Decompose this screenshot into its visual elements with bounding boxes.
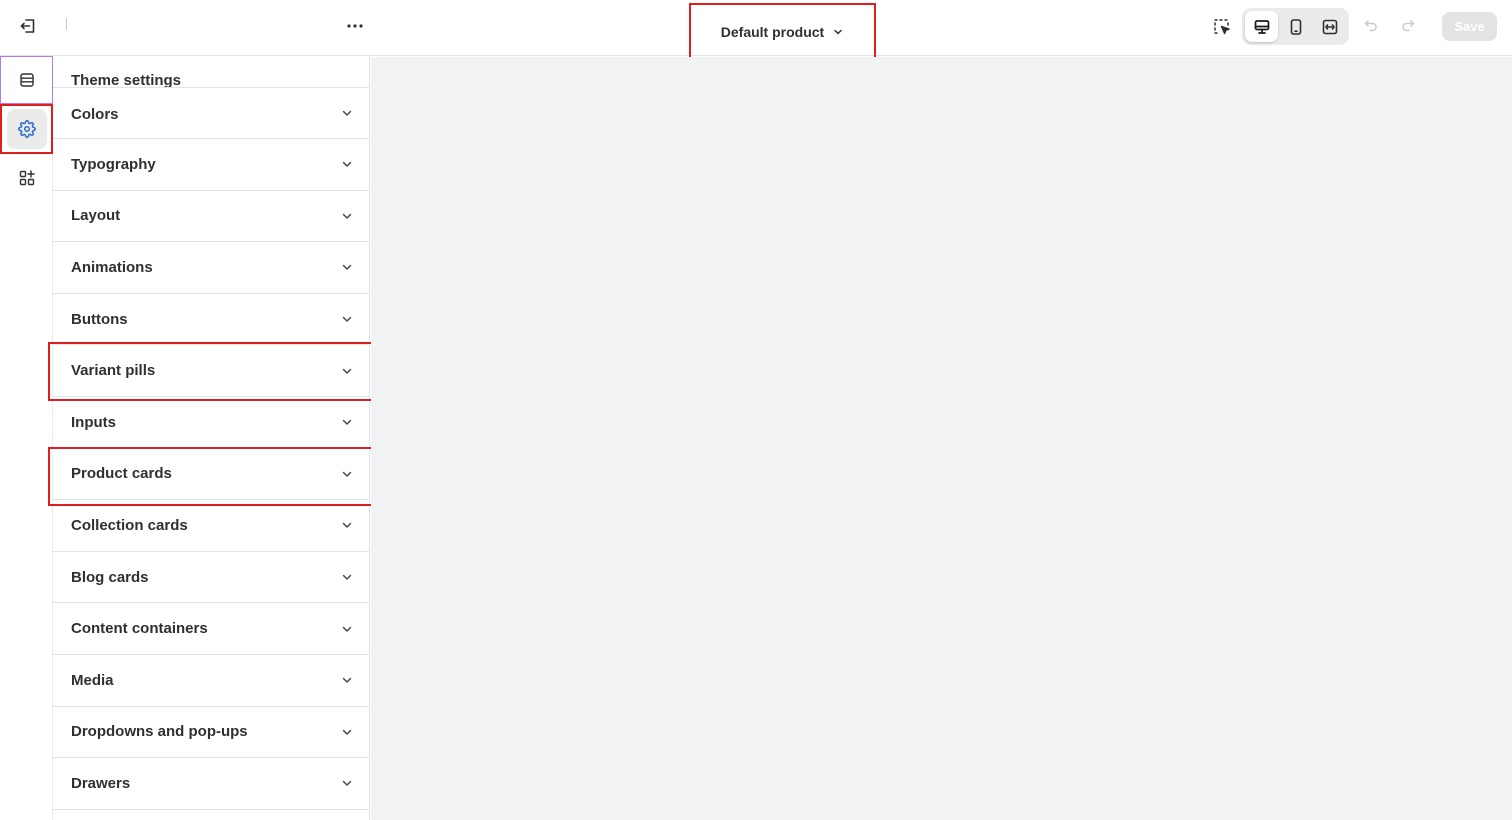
redo-icon (1402, 20, 1415, 32)
setting-row-inputs[interactable]: Inputs (53, 397, 369, 449)
chevron-down-icon (340, 622, 354, 636)
theme-settings-panel: Theme settings Colors Typography Layout … (53, 56, 370, 820)
chevron-down-icon (340, 209, 354, 223)
setting-row-colors[interactable]: Colors (53, 87, 369, 139)
rail-apps-button[interactable] (3, 154, 50, 201)
viewport-mobile-button[interactable] (1279, 11, 1312, 42)
save-button[interactable]: Save (1442, 12, 1497, 41)
chevron-down-icon (340, 776, 354, 790)
apps-icon (19, 169, 35, 185)
fullscreen-icon (1322, 19, 1337, 34)
sections-icon (19, 73, 34, 87)
rail-sections-button[interactable] (0, 56, 53, 104)
template-selector-label: Default product (720, 24, 825, 40)
chevron-down-icon (340, 673, 354, 687)
redo-button[interactable] (1395, 13, 1421, 39)
rail-theme-settings-active-bg (6, 109, 47, 149)
setting-label: Layout (71, 207, 121, 225)
icon-rail (0, 56, 53, 820)
more-actions-button[interactable] (340, 12, 370, 40)
viewport-switcher (1242, 8, 1349, 45)
exit-icon (20, 19, 35, 33)
setting-row-layout[interactable]: Layout (53, 191, 369, 243)
chevron-down-icon (340, 725, 354, 739)
chevron-down-icon (340, 106, 354, 120)
chevron-down-icon (340, 570, 354, 584)
setting-label: Content containers (71, 620, 208, 638)
setting-row-variant-pills[interactable]: Variant pills (53, 345, 369, 397)
chevron-down-icon (340, 467, 354, 481)
more-horizontal-icon (347, 24, 363, 28)
setting-row-typography[interactable]: Typography (53, 139, 369, 191)
setting-row-blog-cards[interactable]: Blog cards (53, 552, 369, 604)
gear-icon (17, 120, 36, 138)
settings-list: Colors Typography Layout Animations Butt… (53, 87, 369, 810)
viewport-fullwidth-button[interactable] (1313, 11, 1346, 42)
setting-label: Variant pills (71, 362, 156, 380)
inspector-button[interactable] (1208, 13, 1236, 41)
chevron-down-icon (340, 364, 354, 378)
rail-theme-settings-button[interactable] (0, 104, 53, 154)
viewport-desktop-button[interactable] (1245, 11, 1278, 42)
setting-label: Typography (71, 155, 156, 173)
toolbar-divider (66, 18, 67, 30)
setting-row-dropdowns-popups[interactable]: Dropdowns and pop-ups (53, 707, 369, 759)
undo-icon (1364, 20, 1377, 32)
exit-button[interactable] (14, 12, 42, 40)
chevron-down-icon (340, 312, 354, 326)
undo-button[interactable] (1358, 13, 1384, 39)
setting-label: Collection cards (71, 516, 188, 534)
template-selector[interactable]: Default product (689, 3, 876, 61)
setting-label: Buttons (71, 310, 128, 328)
setting-label: Drawers (71, 774, 131, 792)
chevron-down-icon (834, 29, 842, 35)
setting-row-media[interactable]: Media (53, 655, 369, 707)
setting-label: Media (71, 671, 114, 689)
chevron-down-icon (340, 157, 354, 171)
setting-label: Colors (71, 106, 119, 123)
chevron-down-icon (340, 518, 354, 532)
setting-label: Inputs (71, 413, 116, 431)
chevron-down-icon (340, 415, 354, 429)
setting-label: Dropdowns and pop-ups (71, 723, 248, 741)
setting-row-animations[interactable]: Animations (53, 242, 369, 294)
mobile-icon (1290, 18, 1301, 35)
preview-canvas[interactable] (371, 57, 1512, 820)
setting-row-collection-cards[interactable]: Collection cards (53, 500, 369, 552)
setting-row-buttons[interactable]: Buttons (53, 294, 369, 346)
setting-row-drawers[interactable]: Drawers (53, 758, 369, 810)
setting-row-content-containers[interactable]: Content containers (53, 603, 369, 655)
inspector-cursor-icon (1214, 19, 1230, 35)
setting-label: Animations (71, 258, 153, 276)
setting-label: Product cards (71, 465, 172, 483)
desktop-icon (1254, 19, 1269, 34)
setting-label: Blog cards (71, 568, 149, 586)
setting-row-product-cards[interactable]: Product cards (53, 449, 369, 501)
chevron-down-icon (340, 260, 354, 274)
top-bar: Default product Save (0, 0, 1512, 61)
